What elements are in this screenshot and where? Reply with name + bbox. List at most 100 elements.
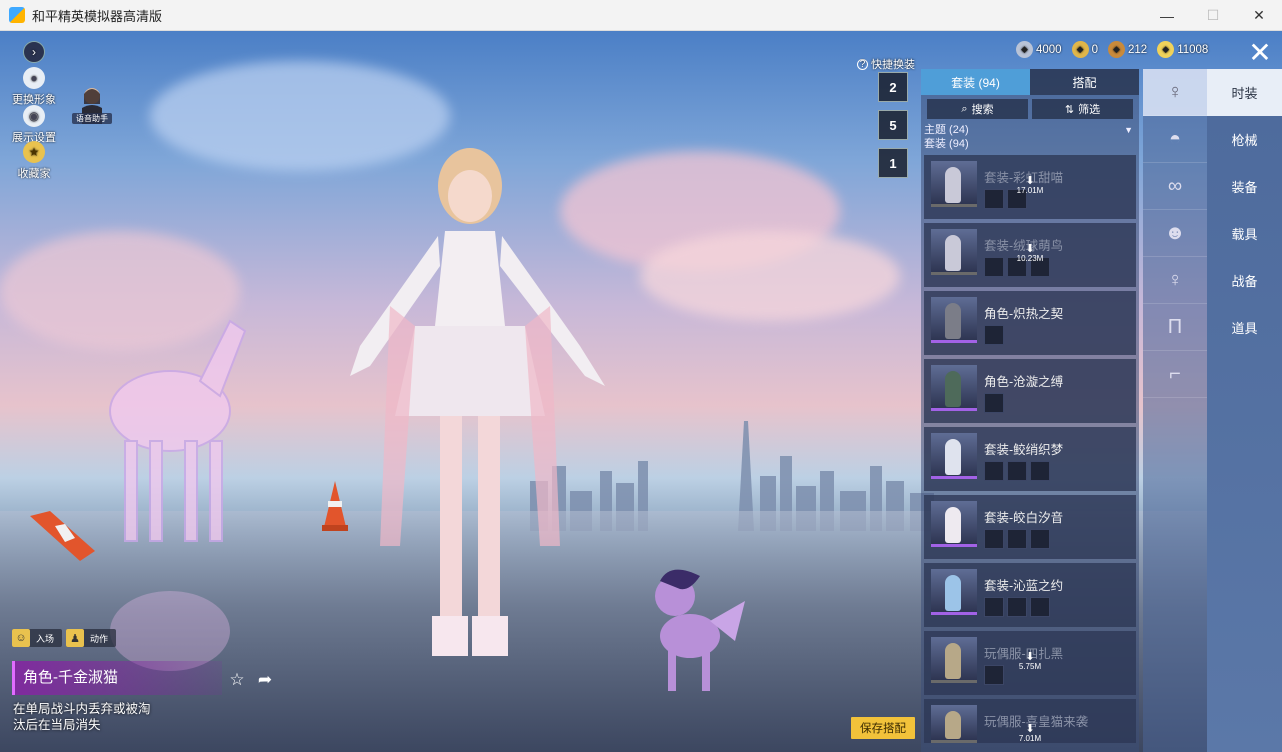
download-indicator[interactable]: ⬇ 5.75M <box>1010 652 1050 672</box>
window-title: 和平精英模拟器高清版 <box>32 8 163 24</box>
change-avatar-button[interactable]: ● 更换形象 <box>12 67 56 107</box>
tab-equipment[interactable]: 装备 <box>1207 163 1282 210</box>
cloud-decoration <box>640 231 900 321</box>
favorite-star-icon[interactable]: ☆ <box>226 669 248 691</box>
list-item[interactable]: 角色-炽热之契 <box>924 291 1136 355</box>
outfit-icon[interactable]: ♀ <box>1143 257 1207 304</box>
item-tags: ☺ 入场 ♟ 动作 <box>12 629 117 647</box>
voice-helper-avatar[interactable]: 语音助手 <box>72 84 112 124</box>
outfit-list: 套装-彩虹甜喵 ⬇ 17.01M 套装-绒球萌鸟 ⬇ 10.23M 角色-炽热之契 … <box>921 155 1139 743</box>
tab-battle-gear[interactable]: 战备 <box>1207 257 1282 304</box>
item-thumbnail <box>931 705 977 743</box>
entrance-tag[interactable]: ☺ 入场 <box>12 629 63 647</box>
list-item[interactable]: 玩偶服-四扎黑 ⬇ 5.75M <box>924 631 1136 695</box>
person-icon: ● <box>23 67 45 89</box>
bronze-coin-icon: ◆ <box>1108 41 1125 58</box>
filter-icon: ⇅ <box>1064 103 1075 116</box>
list-item[interactable]: 套装-彩虹甜喵 ⬇ 17.01M <box>924 155 1136 219</box>
quick-slot-5[interactable]: 5 <box>878 110 908 140</box>
pony-pet-figure <box>655 569 745 691</box>
smile-icon: ☺ <box>12 629 30 647</box>
gold-coin-icon: ◆ <box>1071 41 1089 58</box>
character-icon[interactable]: ♀ <box>1143 69 1207 116</box>
filter-label: 筛选 <box>1078 104 1101 116</box>
window-titlebar: 和平精英模拟器高清版 — ☐ ✕ <box>0 0 1282 31</box>
expand-menu-button[interactable]: › <box>12 41 56 65</box>
item-thumbnail <box>931 229 977 275</box>
download-icon: ⬇ <box>1025 175 1035 187</box>
search-button[interactable]: ⌕ 搜索 <box>927 99 1028 119</box>
item-name: 套装-鲛绡织梦 <box>984 443 1064 457</box>
dropdown-triangle-icon: ▼ <box>1124 125 1133 135</box>
traffic-cone-decoration <box>322 481 348 531</box>
currency-gold-value: 0 <box>1091 43 1098 56</box>
category-icon-strip: ♀ ◓ ∞ ☻ ♀ Π ⌐ <box>1143 69 1207 752</box>
close-icon[interactable]: ✕ <box>1242 39 1278 69</box>
share-icon[interactable]: ➦ <box>254 669 276 691</box>
currency-bar: ◆ 4000 ◆ 0 ◆ 212 ◆ 11008 <box>1016 41 1208 58</box>
item-name: 套装-沁蓝之约 <box>984 579 1064 593</box>
item-name: 角色-炽热之契 <box>984 307 1064 321</box>
currency-silver-value: 4000 <box>1036 43 1062 56</box>
list-item[interactable]: 套装-绒球萌鸟 ⬇ 10.23M <box>924 223 1136 287</box>
quick-change-label: ? 快捷换装 <box>857 56 915 72</box>
currency-bronze: ◆ 212 <box>1108 41 1147 58</box>
collector-button[interactable]: ★ 收藏家 <box>12 141 56 181</box>
entrance-tag-label: 入场 <box>36 633 55 644</box>
currency-coupon-value: 11008 <box>1177 43 1209 56</box>
character-model <box>350 148 605 656</box>
list-item[interactable]: 套装-皎白汐音 <box>924 495 1136 559</box>
item-thumbnail <box>931 501 977 547</box>
list-search-bar: ⌕ 搜索 ⇅ 筛选 <box>921 95 1139 123</box>
window-close-button[interactable]: ✕ <box>1236 0 1282 31</box>
list-item[interactable]: 角色-沧漩之缚 <box>924 359 1136 423</box>
tab-props[interactable]: 道具 <box>1207 304 1282 351</box>
filter-button[interactable]: ⇅ 筛选 <box>1032 99 1133 119</box>
tab-fashion[interactable]: 时装 <box>1207 69 1282 116</box>
list-item[interactable]: 套装-鲛绡织梦 <box>924 427 1136 491</box>
quick-slot-2-label: 2 <box>889 79 897 95</box>
badge-icon: ★ <box>23 141 45 163</box>
tab-weapons[interactable]: 枪械 <box>1207 116 1282 163</box>
currency-gold: ◆ 0 <box>1071 41 1098 58</box>
item-name: 套装-皎白汐音 <box>984 511 1064 525</box>
goggles-icon[interactable]: ∞ <box>1143 163 1207 210</box>
tab-vehicles[interactable]: 载具 <box>1207 210 1282 257</box>
download-indicator[interactable]: ⬇ 10.23M <box>1010 244 1050 264</box>
helper-label: 语音助手 <box>72 113 112 124</box>
list-item[interactable]: 玩偶服-喜皇猫来袭 ⬇ 7.01M <box>924 699 1136 743</box>
silver-coin-icon: ◆ <box>1016 41 1033 58</box>
download-indicator[interactable]: ⬇ 17.01M <box>1010 175 1050 196</box>
tab-match[interactable]: 搭配 <box>1030 69 1139 95</box>
item-thumbnail <box>931 365 977 411</box>
arrow-right-icon: › <box>23 41 45 63</box>
action-tag[interactable]: ♟ 动作 <box>66 629 117 647</box>
tab-suits[interactable]: 套装 (94) <box>921 69 1030 95</box>
shoes-icon[interactable]: ⌐ <box>1143 351 1207 398</box>
download-indicator[interactable]: ⬇ 7.01M <box>1010 724 1050 744</box>
display-settings-button[interactable]: ◉ 展示设置 <box>12 105 56 145</box>
cap-icon[interactable]: ◓ <box>1143 116 1207 163</box>
mask-icon[interactable]: ☻ <box>1143 210 1207 257</box>
game-viewport: › ● 更换形象 ◉ 展示设置 ★ 收藏家 语音助手 ◆ 4000 ◆ 0 ◆ … <box>0 31 1282 752</box>
right-category-tabs: 时装 枪械 装备 载具 战备 道具 <box>1207 69 1282 752</box>
save-outfit-button[interactable]: 保存搭配 <box>851 717 915 739</box>
quick-slot-1[interactable]: 1 <box>878 148 908 178</box>
pants-icon[interactable]: Π <box>1143 304 1207 351</box>
item-thumbnail <box>931 297 977 343</box>
crystal-horse-figure <box>109 319 247 671</box>
coupon-coin-icon: ◆ <box>1157 41 1175 58</box>
category-theme[interactable]: 主题 (24) ▼ <box>921 123 1139 137</box>
currency-coupon: ◆ 11008 <box>1157 41 1208 58</box>
minimize-button[interactable]: — <box>1144 0 1190 31</box>
eye-icon: ◉ <box>23 105 45 127</box>
item-thumbnail <box>931 637 977 683</box>
maximize-button[interactable]: ☐ <box>1190 0 1236 31</box>
item-name: 角色-沧漩之缚 <box>984 375 1064 389</box>
item-thumbnail <box>931 569 977 615</box>
traffic-cone-decoration <box>30 511 95 561</box>
quick-slot-2[interactable]: 2 <box>878 72 908 102</box>
list-item[interactable]: 套装-沁蓝之约 <box>924 563 1136 627</box>
outfit-list-panel: 套装 (94) 搭配 ⌕ 搜索 ⇅ 筛选 主题 (24) ▼ 套装 (94) 套… <box>921 69 1139 752</box>
quick-slot-5-label: 5 <box>889 117 897 133</box>
